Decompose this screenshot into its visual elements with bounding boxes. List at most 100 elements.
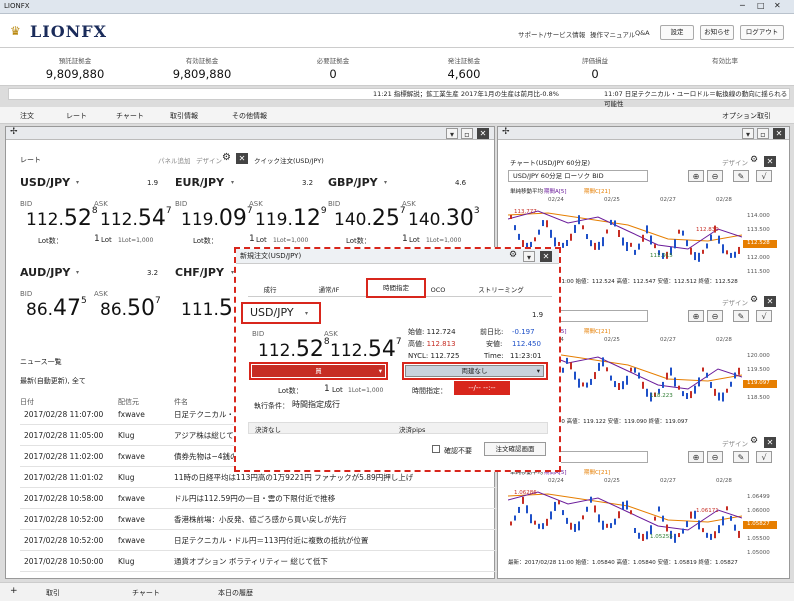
chart-close-icon[interactable]: ✕ [764, 437, 776, 448]
candlestick-chart[interactable] [508, 486, 742, 550]
pair-select[interactable]: USD/JPY ▾ [241, 302, 321, 324]
pair-label[interactable]: USD/JPY [20, 176, 70, 189]
design-link[interactable]: デザイン [722, 157, 748, 167]
support-link[interactable]: サポート/サービス情報 [518, 29, 585, 39]
bid-price[interactable]: 112.528 [26, 206, 98, 231]
tab-oco[interactable]: OCO [424, 283, 452, 297]
indicator-icon[interactable]: √ [756, 310, 772, 322]
order-confirm-button[interactable]: 注文確認画面 [484, 442, 546, 456]
chevron-down-icon[interactable]: ▾ [231, 179, 234, 186]
gear-icon[interactable]: ⚙ [222, 152, 231, 163]
pair-label[interactable]: CHF/JPY [175, 266, 224, 279]
chevron-down-icon[interactable]: ▾ [76, 269, 79, 276]
dialog-menu-icon[interactable]: ▾ [523, 251, 535, 262]
time-input[interactable]: --/-- --:-- [454, 381, 510, 395]
news-row[interactable]: 2017/02/28 10:50:00 Klug 通貨オプション ボラティリティー … [20, 552, 500, 572]
draw-icon[interactable]: ✎ [733, 451, 749, 463]
pair-label[interactable]: GBP/JPY [328, 176, 378, 189]
menu-other-info[interactable]: その他情報 [232, 111, 267, 121]
gear-icon[interactable]: ⚙ [750, 155, 758, 165]
gear-icon[interactable]: ⚙ [509, 250, 517, 260]
ask-price[interactable]: 140.303 [408, 206, 480, 231]
tab-normal-if[interactable]: 通常/IF [306, 283, 352, 297]
ticker-item[interactable]: 11:21 指標解説；鉱工業生産 2017年1月の生産は前月比-0.8% [373, 89, 559, 99]
draw-icon[interactable]: ✎ [733, 170, 749, 182]
faq-link[interactable]: Q&A [635, 29, 650, 37]
ask-price[interactable]: 112.547 [330, 337, 402, 362]
buy-button[interactable]: 買 ▾ [252, 365, 385, 377]
chart-close-icon[interactable]: ✕ [764, 156, 776, 167]
panel-close-icon[interactable]: ✕ [773, 128, 785, 139]
bid-price[interactable]: 112.528 [258, 337, 330, 362]
rate-card-eur-jpy[interactable]: EUR/JPY ▾ 3.2 BID ASK 119.097 119.129 Lot数： 1 Lot… [175, 176, 327, 258]
design-link[interactable]: デザイン [722, 297, 748, 307]
news-row[interactable]: 2017/02/28 10:58:00 fxwave ドル円は112.59円の一目・… [20, 489, 500, 509]
manual-link[interactable]: 操作マニュアル [590, 29, 635, 39]
zoom-out-icon[interactable]: ⊖ [707, 451, 723, 463]
news-row[interactable]: 2017/02/28 10:52:00 fxwave 香港株前場：小反発、値ごろ感か… [20, 510, 500, 530]
status-tab-chart[interactable]: チャート [132, 588, 160, 598]
zoom-out-icon[interactable]: ⊖ [707, 310, 723, 322]
tab-streaming[interactable]: ストリーミング [474, 283, 528, 297]
drag-handle-icon[interactable]: ✢ [10, 127, 18, 137]
rate-close-icon[interactable]: ✕ [236, 153, 248, 164]
chart-close-icon[interactable]: ✕ [764, 296, 776, 307]
lot-input[interactable]: 1 [324, 384, 330, 394]
settings-button[interactable]: 設定 [660, 25, 694, 40]
zoom-in-icon[interactable]: ⊕ [688, 310, 704, 322]
rate-card-gbp-jpy[interactable]: GBP/JPY ▾ 4.6 BID ASK 140.257 140.303 Lot数： 1 Lot… [328, 176, 480, 258]
status-tab-history[interactable]: 本日の履歴 [218, 588, 253, 598]
menu-order[interactable]: 注文 [20, 111, 34, 121]
news-filter[interactable]: 最新(自動更新), 全て [20, 376, 86, 386]
menu-rate[interactable]: レート [66, 111, 87, 121]
zoom-out-icon[interactable]: ⊖ [707, 170, 723, 182]
panel-menu-icon[interactable]: ▾ [446, 128, 458, 139]
news-subject[interactable]: 債券先物は−4銭の [174, 447, 238, 467]
ask-price[interactable]: 86.507 [100, 296, 161, 321]
news-subject[interactable]: ドル円は112.59円の一目・雲の下限付近で推移 [174, 489, 335, 509]
news-row[interactable]: 2017/02/28 10:52:00 fxwave 日足テクニカル・ドル円＝113… [20, 531, 500, 551]
tab-time-specified[interactable]: 時間指定 [366, 278, 426, 298]
chevron-down-icon[interactable]: ▾ [384, 179, 387, 186]
lot-input[interactable]: 1 [402, 234, 408, 244]
confirm-skip-checkbox[interactable] [432, 445, 440, 453]
tab-market[interactable]: 成行 [250, 283, 290, 297]
status-tab-trade[interactable]: 取引 [46, 588, 60, 598]
quick-order-tab[interactable]: クイック注文(USD/JPY) [254, 155, 324, 165]
exec-select[interactable]: 時間指定成行 [292, 399, 340, 410]
maximize-icon[interactable]: □ [757, 1, 765, 10]
ask-price[interactable]: 119.129 [255, 206, 327, 231]
notice-button[interactable]: お知らせ [700, 25, 734, 40]
close-icon[interactable]: ✕ [774, 1, 781, 10]
rate-card-aud-jpy[interactable]: AUD/JPY ▾ 3.2 BID ASK 86.475 86.507 [20, 266, 165, 348]
menu-chart[interactable]: チャート [116, 111, 144, 121]
dialog-close-icon[interactable]: ✕ [540, 251, 552, 262]
settle-none[interactable]: 決済なし [255, 424, 281, 434]
zoom-in-icon[interactable]: ⊕ [688, 451, 704, 463]
lot-input[interactable]: 1 [249, 234, 255, 244]
bid-price[interactable]: 140.257 [334, 206, 406, 231]
lot-input[interactable]: 1 [94, 234, 100, 244]
design-link[interactable]: デザイン [196, 155, 222, 165]
pair-label[interactable]: AUD/JPY [20, 266, 70, 279]
draw-icon[interactable]: ✎ [733, 310, 749, 322]
ticker-item[interactable]: 11:07 日足テクニカル・ユーロドル＝転換線の動向に揺られる可能性 [604, 89, 789, 109]
news-subject[interactable]: アジア株は総じて反 [174, 426, 241, 446]
menu-option-trade[interactable]: オプション取引 [722, 111, 771, 121]
restore-icon[interactable]: ▫ [757, 128, 769, 139]
bid-price[interactable]: 86.475 [26, 296, 87, 321]
restore-icon[interactable]: ▫ [461, 128, 473, 139]
gear-icon[interactable]: ⚙ [750, 436, 758, 446]
indicator-icon[interactable]: √ [756, 170, 772, 182]
hedge-select[interactable]: 両建なし ▾ [405, 365, 544, 377]
drag-handle-icon[interactable]: ✢ [502, 127, 510, 137]
minimize-icon[interactable]: ─ [740, 1, 745, 10]
menu-trade-info[interactable]: 取引情報 [170, 111, 198, 121]
news-subject[interactable]: 日足テクニカル・ユ [174, 405, 242, 425]
add-tab-icon[interactable]: + [10, 586, 18, 596]
panel-menu-icon[interactable]: ▾ [742, 128, 754, 139]
panel-close-icon[interactable]: ✕ [477, 128, 489, 139]
bid-price[interactable]: 119.097 [181, 206, 253, 231]
news-subject[interactable]: 日足テクニカル・ドル円＝113円付近に複数の抵抗が位置 [174, 531, 368, 551]
pair-label[interactable]: EUR/JPY [175, 176, 224, 189]
